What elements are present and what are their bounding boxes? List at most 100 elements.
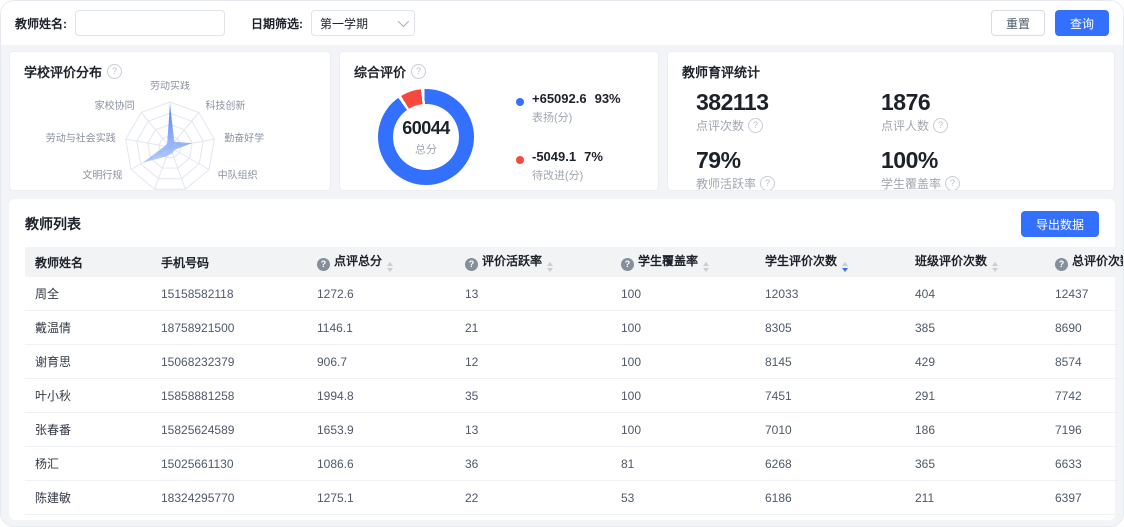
table-cell: 211 (907, 481, 1047, 515)
help-icon[interactable]: ? (317, 258, 330, 271)
table-cell: 15858881258 (153, 379, 309, 413)
table-cell: 戴温倩 (25, 311, 153, 345)
table-column-header[interactable]: ?评价活跃率 (457, 247, 613, 277)
table-cell: 1653.9 (309, 413, 457, 447)
table-cell: 22 (457, 481, 613, 515)
sort-icon[interactable] (547, 262, 553, 272)
table-cell: 100 (613, 413, 757, 447)
table-cell: 81 (613, 447, 757, 481)
table-cell: 6186 (757, 481, 907, 515)
table-row: 陈建敏183242957701275.1225361862116397查看使用详… (25, 481, 1124, 515)
stat-item: 1876点评人数? (881, 89, 1066, 134)
table-row: 张春番158256245891653.91310070101867196查看使用… (25, 413, 1124, 447)
table-cell: 7742 (1047, 379, 1124, 413)
search-button[interactable]: 查询 (1055, 10, 1109, 36)
table-cell: 15025661130 (153, 447, 309, 481)
help-icon[interactable]: ? (107, 64, 122, 79)
table-cell: 385 (907, 311, 1047, 345)
table-cell: 7451 (757, 379, 907, 413)
table-cell: 张春番 (25, 413, 153, 447)
radar-card: 学校评价分布 ? 劳动实践科技创新勤奋好学中队组织艺术美感体育锻炼文明行规劳动与… (9, 51, 331, 191)
help-icon[interactable]: ? (748, 118, 763, 133)
table-column-header[interactable]: ?总评价次数 (1047, 247, 1124, 277)
help-icon[interactable]: ? (465, 258, 478, 271)
table-cell: 1086.6 (309, 447, 457, 481)
table-cell: 6397 (1047, 481, 1124, 515)
table-cell: 周全 (25, 277, 153, 311)
svg-text:劳动实践: 劳动实践 (150, 81, 190, 92)
stat-value: 100% (881, 147, 1066, 173)
help-icon[interactable]: ? (760, 176, 775, 191)
filter-bar: 教师姓名: 日期筛选: 第一学期 重置 查询 (1, 1, 1123, 45)
table-cell: 35 (457, 379, 613, 413)
table-column-header[interactable]: 班级评价次数 (907, 247, 1047, 277)
legend-value: +65092.693% (532, 91, 621, 106)
summary-cards: 学校评价分布 ? 劳动实践科技创新勤奋好学中队组织艺术美感体育锻炼文明行规劳动与… (9, 51, 1115, 191)
table-cell: 100 (613, 311, 757, 345)
table-cell: 365 (907, 447, 1047, 481)
sort-icon[interactable] (703, 262, 709, 272)
table-cell: 8690 (1047, 311, 1124, 345)
stat-item: 79% 教师活跃率? (696, 147, 881, 191)
table-column-header[interactable]: ?点评总分 (309, 247, 457, 277)
table-column-header[interactable]: 学生评价次数 (757, 247, 907, 277)
stat-value: 79% (696, 147, 881, 173)
donut-chart: 60044 总分 (378, 89, 474, 185)
table-cell: 36 (457, 447, 613, 481)
table-cell: 186 (907, 413, 1047, 447)
table-cell: 7196 (1047, 413, 1124, 447)
table-cell: 13 (457, 277, 613, 311)
table-cell: 12033 (757, 277, 907, 311)
help-icon[interactable]: ? (621, 258, 634, 271)
date-filter-select[interactable]: 第一学期 (311, 10, 415, 36)
radar-chart: 劳动实践科技创新勤奋好学中队组织艺术美感体育锻炼文明行规劳动与社会实践家校协同 (10, 81, 331, 191)
table-cell: 8145 (757, 345, 907, 379)
table-row: 谢育思15068232379906.71210081454298574查看使用详… (25, 345, 1124, 379)
table-cell: 404 (907, 277, 1047, 311)
sort-icon[interactable] (842, 262, 848, 272)
table-cell: 谢育思 (25, 345, 153, 379)
svg-text:勤奋好学: 勤奋好学 (224, 131, 264, 144)
teacher-list-title: 教师列表 (25, 214, 81, 234)
help-icon[interactable]: ? (411, 64, 426, 79)
stat-label: 学生覆盖率? (881, 175, 1066, 191)
table-column-header[interactable]: ?学生覆盖率 (613, 247, 757, 277)
table-cell: 13 (457, 413, 613, 447)
legend-value: -5049.17% (532, 149, 603, 164)
help-icon[interactable]: ? (933, 118, 948, 133)
table-cell: 15825624589 (153, 413, 309, 447)
table-cell: 15158582118 (153, 277, 309, 311)
table-cell: 6633 (1047, 447, 1124, 481)
table-cell: 100 (613, 379, 757, 413)
table-cell: 1994.8 (309, 379, 457, 413)
svg-text:中队组织: 中队组织 (218, 169, 258, 182)
stats-card: 教师育评统计 382113点评次数?1876点评人数?79%教师活跃率?100%… (667, 51, 1115, 191)
export-data-button[interactable]: 导出数据 (1021, 211, 1099, 237)
svg-text:劳动与社会实践: 劳动与社会实践 (46, 131, 116, 144)
table-column-header: 教师姓名 (25, 247, 153, 277)
donut-card-title: 综合评价 ? (340, 52, 658, 81)
table-cell: 12437 (1047, 277, 1124, 311)
teacher-name-input[interactable] (75, 10, 225, 36)
table-row: 周全151585821181272.6131001203340412437查看使… (25, 277, 1124, 311)
sort-icon[interactable] (387, 262, 393, 272)
table-row: 戴温倩187589215001146.12110083053858690查看使用… (25, 311, 1124, 345)
teacher-name-label: 教师姓名: (15, 15, 67, 32)
stat-label: 教师活跃率? (696, 175, 881, 191)
sort-icon[interactable] (992, 262, 998, 272)
table-cell: 1272.6 (309, 277, 457, 311)
help-icon[interactable]: ? (1055, 258, 1068, 271)
table-cell: 21 (457, 311, 613, 345)
svg-text:文明行规: 文明行规 (82, 169, 122, 182)
legend-label: 表扬(分) (532, 109, 621, 125)
legend-item: +65092.693% 表扬(分) (516, 91, 621, 125)
table-row: 杨汇150256611301086.6368162683656633查看使用详情 (25, 447, 1124, 481)
help-icon[interactable]: ? (945, 176, 960, 191)
teacher-table: 教师姓名手机号码?点评总分?评价活跃率?学生覆盖率学生评价次数班级评价次数?总评… (25, 247, 1124, 515)
reset-button[interactable]: 重置 (991, 10, 1045, 36)
table-header-row: 教师姓名手机号码?点评总分?评价活跃率?学生覆盖率学生评价次数班级评价次数?总评… (25, 247, 1124, 277)
table-cell: 陈建敏 (25, 481, 153, 515)
table-cell: 906.7 (309, 345, 457, 379)
table-cell: 7010 (757, 413, 907, 447)
stat-label: 点评人数? (881, 117, 1066, 134)
